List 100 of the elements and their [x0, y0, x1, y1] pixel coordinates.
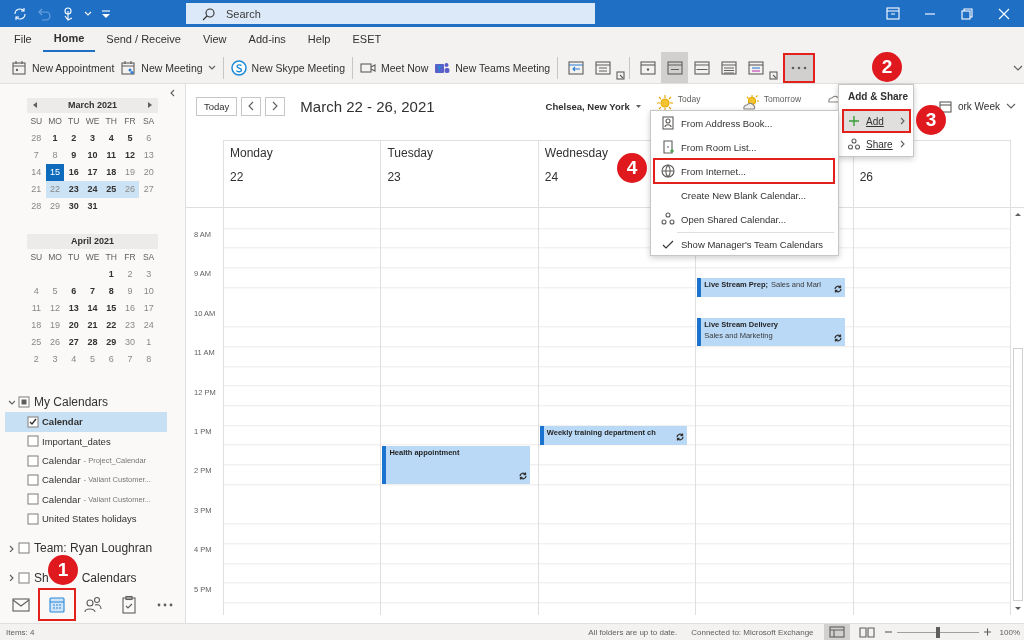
date-cell[interactable]: 31: [83, 197, 102, 215]
date-cell[interactable]: 19: [45, 316, 65, 334]
folder-group-label[interactable]: My Calendars: [34, 395, 109, 410]
date-cell[interactable]: 25: [101, 180, 121, 198]
menu-item[interactable]: From Room List...: [654, 135, 834, 159]
date-cell[interactable]: 3: [139, 265, 158, 283]
checkbox[interactable]: [27, 474, 39, 486]
date-cell[interactable]: 13: [64, 299, 84, 317]
date-cell[interactable]: 19: [120, 163, 140, 181]
chevron-icon[interactable]: [8, 544, 15, 552]
sync-icon[interactable]: [12, 5, 28, 22]
checkbox[interactable]: [27, 493, 39, 506]
date-cell[interactable]: 30: [64, 197, 84, 215]
selected-calendar-row[interactable]: Calendar: [5, 412, 167, 432]
calendar-name[interactable]: Calendar: [42, 416, 83, 428]
calendar-name[interactable]: United States holidays: [42, 513, 137, 525]
date-cell[interactable]: 4: [64, 350, 84, 368]
date-cell[interactable]: 7: [27, 146, 46, 164]
menu-item[interactable]: Show Manager's Team Calendars: [677, 232, 834, 256]
date-cell[interactable]: 4: [101, 129, 121, 147]
next-icon[interactable]: [147, 101, 153, 110]
date-cell[interactable]: 2: [64, 129, 84, 147]
date-cell[interactable]: 27: [139, 180, 158, 198]
checkbox[interactable]: [27, 415, 39, 428]
date-cell[interactable]: 2: [27, 350, 46, 368]
date-cell[interactable]: 21: [83, 316, 102, 334]
menu-item[interactable]: From Internet...: [654, 159, 834, 183]
search-field[interactable]: Search: [186, 3, 595, 24]
date-cell[interactable]: 11: [27, 299, 46, 317]
more-button[interactable]: [784, 53, 815, 82]
date-cell[interactable]: 16: [120, 299, 140, 317]
date-cell[interactable]: 10: [83, 146, 102, 164]
date-cell[interactable]: 28: [27, 129, 46, 147]
date-cell[interactable]: 29: [45, 197, 65, 215]
date-cell[interactable]: 6: [101, 350, 121, 368]
chevron-icon[interactable]: [8, 574, 15, 582]
date-cell[interactable]: 7: [83, 282, 102, 300]
date-cell[interactable]: 22: [101, 316, 121, 334]
date-cell[interactable]: 23: [64, 180, 84, 198]
folder-group-label[interactable]: Sh: [34, 570, 49, 585]
ribbon-tab[interactable]: ESET: [341, 27, 393, 52]
date-cell[interactable]: 25: [27, 333, 46, 351]
menu-item[interactable]: From Address Book...: [654, 111, 834, 135]
date-cell[interactable]: 29: [101, 333, 121, 351]
date-cell[interactable]: 20: [139, 163, 158, 181]
ribbon-tab[interactable]: Help: [296, 27, 342, 52]
date-cell[interactable]: 28: [27, 197, 46, 215]
date-cell[interactable]: 18: [101, 163, 121, 181]
date-cell[interactable]: 5: [45, 282, 65, 300]
ribbon-button[interactable]: New Appointment: [8, 53, 118, 82]
date-cell[interactable]: 9: [120, 282, 140, 300]
date-cell[interactable]: 5: [120, 129, 140, 147]
date-cell[interactable]: 11: [101, 146, 121, 164]
date-cell[interactable]: 6: [64, 282, 84, 300]
checkbox[interactable]: [18, 571, 30, 584]
launcher-icon[interactable]: [769, 71, 779, 80]
date-cell[interactable]: 30: [120, 333, 140, 351]
folder-group-label[interactable]: Team: Ryan Loughran: [34, 541, 153, 556]
date-cell[interactable]: 27: [64, 333, 84, 351]
date-cell[interactable]: 17: [83, 163, 102, 181]
date-cell[interactable]: 8: [101, 282, 121, 300]
checkbox[interactable]: [27, 454, 39, 467]
date-cell[interactable]: 8: [45, 146, 65, 164]
scroll-down-icon[interactable]: [1013, 605, 1022, 612]
chevron-icon[interactable]: [8, 398, 15, 406]
view-switch-button[interactable]: [823, 624, 850, 640]
minus-icon[interactable]: [883, 628, 893, 636]
date-cell[interactable]: 21: [27, 180, 46, 198]
date-cell[interactable]: 23: [120, 316, 140, 334]
date-cell[interactable]: 6: [139, 129, 158, 147]
calendar-name[interactable]: Calendar: [42, 455, 81, 467]
date-cell[interactable]: 12: [120, 146, 140, 164]
date-cell[interactable]: 1: [101, 265, 121, 283]
folder-group-label[interactable]: Calendars: [81, 570, 137, 585]
scroll-up-icon[interactable]: [1013, 211, 1022, 218]
date-cell[interactable]: 17: [139, 299, 158, 317]
date-cell[interactable]: 3: [45, 350, 65, 368]
view-dropdown[interactable]: ork Week: [938, 99, 1016, 113]
ribbon-button[interactable]: Meet Now: [357, 53, 432, 82]
checkbox[interactable]: [27, 435, 39, 448]
ribbon-button[interactable]: New Meeting: [117, 53, 219, 82]
date-cell[interactable]: 1: [139, 333, 158, 351]
ribbon-tab[interactable]: File: [3, 27, 43, 52]
ribbon-tab[interactable]: Add-ins: [237, 27, 297, 52]
date-cell[interactable]: 7: [120, 350, 140, 368]
checkbox[interactable]: [18, 396, 30, 409]
checkbox[interactable]: [18, 542, 30, 555]
launcher-icon[interactable]: [616, 71, 626, 80]
restore-icon[interactable]: [959, 5, 975, 22]
menu-item[interactable]: Create New Blank Calendar...: [654, 183, 834, 207]
date-cell[interactable]: 16: [64, 163, 84, 181]
date-cell[interactable]: 24: [139, 316, 158, 334]
date-cell[interactable]: 2: [120, 265, 140, 283]
date-cell[interactable]: 20: [64, 316, 84, 334]
date-cell[interactable]: 18: [27, 316, 46, 334]
date-cell[interactable]: 15: [45, 163, 65, 181]
ribbon-display-icon[interactable]: [885, 5, 901, 22]
date-cell[interactable]: 26: [45, 333, 65, 351]
ribbon-button[interactable]: New Skype Meeting: [227, 53, 348, 82]
menu-item[interactable]: Open Shared Calendar...: [654, 207, 834, 231]
